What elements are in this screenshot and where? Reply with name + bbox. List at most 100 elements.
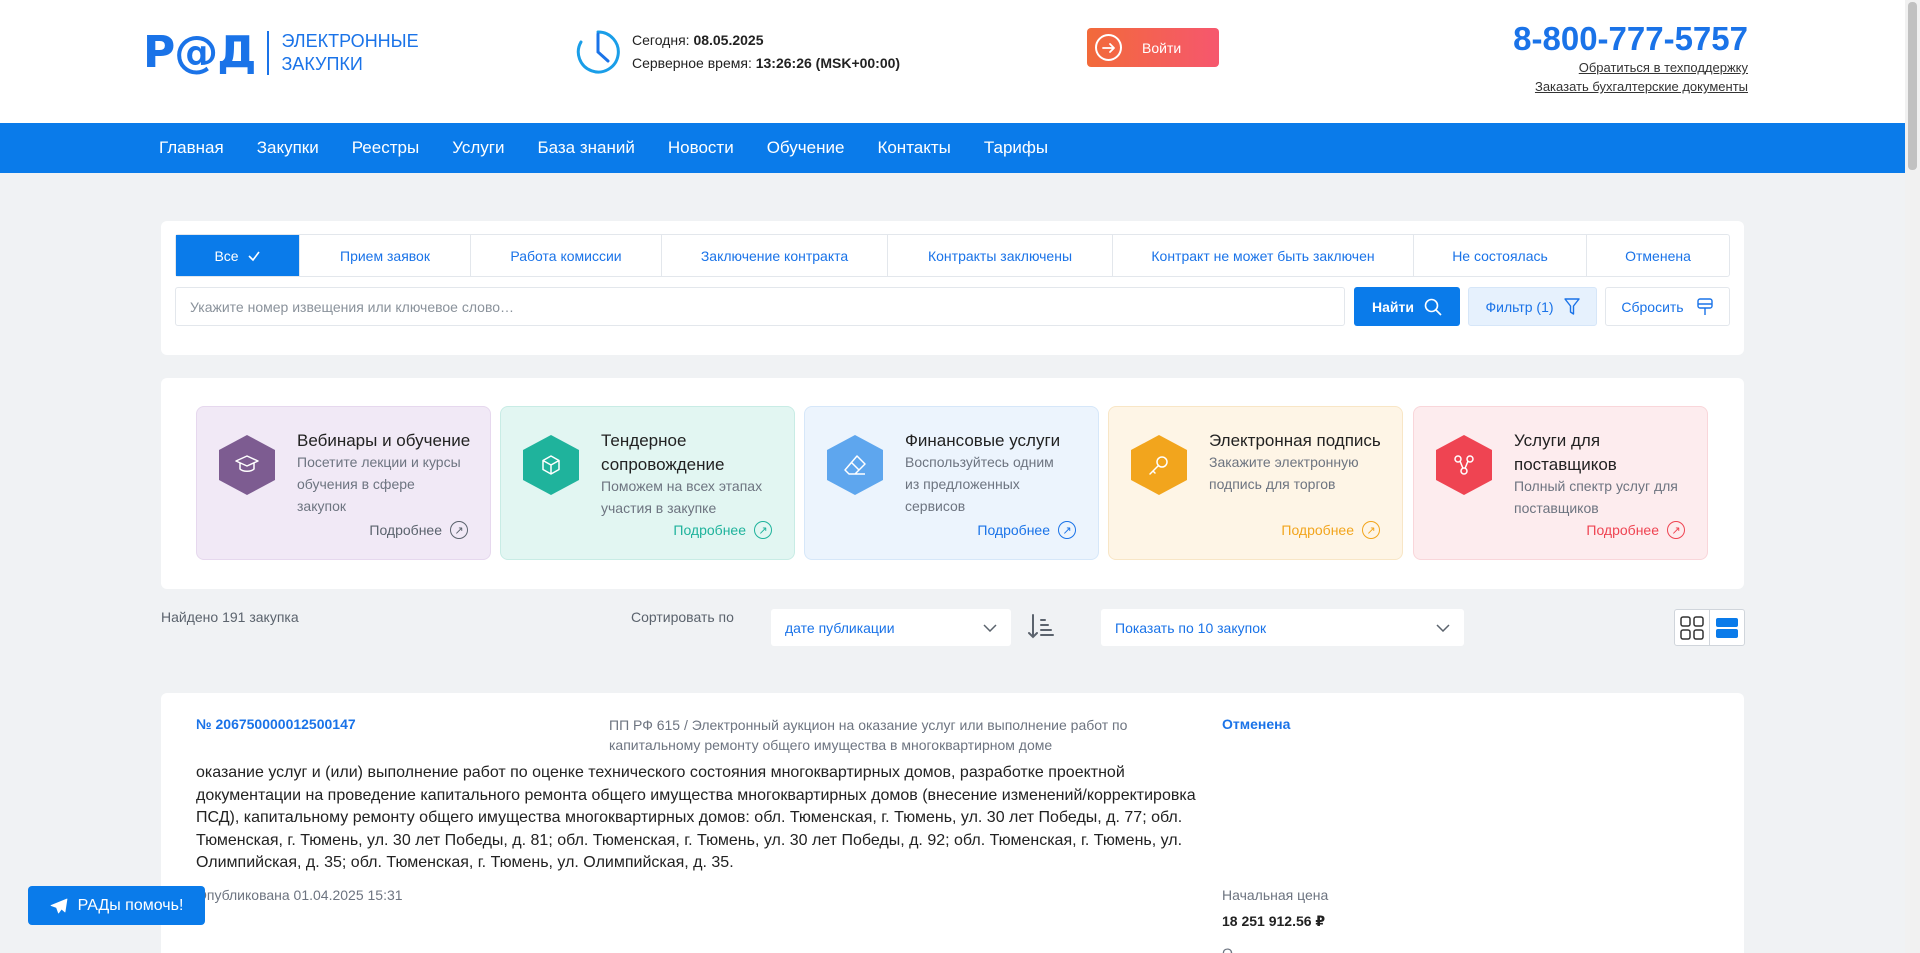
filter-button[interactable]: Фильтр (1) xyxy=(1468,287,1597,326)
phone-number[interactable]: 8-800-777-5757 xyxy=(1513,20,1748,58)
chevron-down-icon xyxy=(983,623,997,632)
purchase-type: ПП РФ 615 / Электронный аукцион на оказа… xyxy=(609,717,1128,753)
eraser-icon xyxy=(844,455,866,475)
nav-item-news[interactable]: Новости xyxy=(668,138,734,158)
logo-line-1: ЭЛЕКТРОННЫЕ xyxy=(281,31,419,51)
page-size-select[interactable]: Показать по 10 закупок xyxy=(1101,609,1464,646)
published-date: Опубликована 01.04.2025 15:31 xyxy=(196,887,403,903)
server-time-value: 13:26:26 (MSK+00:00) xyxy=(755,55,901,71)
support-link[interactable]: Обратиться в техподдержку xyxy=(1513,58,1748,77)
logo-text: ЭЛЕКТРОННЫЕ ЗАКУПКИ xyxy=(281,30,418,76)
service-card-e-signature[interactable]: Электронная подпись Закажите электронную… xyxy=(1108,406,1403,560)
search-input[interactable] xyxy=(175,287,1345,326)
nav-item-tariffs[interactable]: Тарифы xyxy=(984,138,1048,158)
reset-button[interactable]: Сбросить xyxy=(1605,287,1730,326)
sort-select[interactable]: дате публикации xyxy=(771,609,1011,646)
more-label: Подробнее xyxy=(673,522,746,538)
more-link[interactable]: Подробнее ↗ xyxy=(1586,521,1685,539)
service-icon-bg xyxy=(1436,435,1492,495)
list-view-button[interactable] xyxy=(1709,610,1744,645)
service-desc: Полный спектр услуг для поставщиков xyxy=(1514,478,1678,516)
purchase-card: № 206750000012500147 ПП РФ 615 / Электро… xyxy=(161,693,1744,953)
today-label: Сегодня: xyxy=(632,32,690,48)
reset-label: Сбросить xyxy=(1621,298,1684,315)
service-title: Электронная подпись xyxy=(1209,431,1381,450)
tab-all[interactable]: Все xyxy=(176,235,300,276)
more-label: Подробнее xyxy=(1586,522,1659,538)
header: Р@Д ЭЛЕКТРОННЫЕ ЗАКУПКИ Сегодня: 08.05.2… xyxy=(0,0,1905,123)
status-tabs: Все Прием заявок Работа комиссии Заключе… xyxy=(175,234,1730,277)
nav-item-purchases[interactable]: Закупки xyxy=(257,138,319,158)
more-link[interactable]: Подробнее ↗ xyxy=(977,521,1076,539)
tab-contract-conclusion[interactable]: Заключение контракта xyxy=(662,235,888,276)
service-desc: Посетите лекции и курсы обучения в сфере… xyxy=(297,454,461,514)
service-card-tender-support[interactable]: Тендерное сопровождение Поможем на всех … xyxy=(500,406,795,560)
tab-contract-impossible[interactable]: Контракт не может быть заключен xyxy=(1113,235,1414,276)
more-label: Подробнее xyxy=(1281,522,1354,538)
sort-direction-icon[interactable] xyxy=(1027,612,1055,640)
find-button[interactable]: Найти xyxy=(1354,287,1460,326)
arrow-up-right-icon: ↗ xyxy=(1058,521,1076,539)
service-desc: Поможем на всех этапах участия в закупке xyxy=(601,478,763,516)
login-label: Войти xyxy=(1142,39,1182,56)
list-icon xyxy=(1716,617,1738,638)
tab-contracts-concluded[interactable]: Контракты заключены xyxy=(888,235,1113,276)
clock-icon xyxy=(576,30,620,74)
tab-cancelled[interactable]: Отменена xyxy=(1587,235,1729,276)
server-time-row: Серверное время: 13:26:26 (MSK+00:00) xyxy=(632,52,900,75)
nav-item-knowledge-base[interactable]: База знаний xyxy=(537,138,634,158)
sort-label: Сортировать по xyxy=(631,609,734,625)
docs-link[interactable]: Заказать бухгалтерские документы xyxy=(1513,77,1748,96)
service-title: Услуги для поставщиков xyxy=(1514,431,1617,474)
more-link[interactable]: Подробнее ↗ xyxy=(1281,521,1380,539)
brush-icon xyxy=(1696,297,1713,315)
arrow-up-right-icon: ↗ xyxy=(450,521,468,539)
tab-failed[interactable]: Не состоялась xyxy=(1414,235,1587,276)
login-button[interactable]: Войти xyxy=(1087,28,1219,67)
cubes-icon xyxy=(542,455,560,475)
tab-accepting-bids[interactable]: Прием заявок xyxy=(300,235,471,276)
scrollbar[interactable] xyxy=(1905,0,1920,953)
nav-item-training[interactable]: Обучение xyxy=(767,138,845,158)
purchase-number[interactable]: № 206750000012500147 xyxy=(196,716,356,732)
service-card-financial[interactable]: Финансовые услуги Воспользуйтесь одним и… xyxy=(804,406,1099,560)
more-link[interactable]: Подробнее ↗ xyxy=(673,521,772,539)
filter-panel: Все Прием заявок Работа комиссии Заключе… xyxy=(161,221,1744,355)
main-nav: Главная Закупки Реестры Услуги База знан… xyxy=(0,123,1905,173)
arrow-up-right-icon: ↗ xyxy=(754,521,772,539)
help-chat-button[interactable]: РАДы помочь! xyxy=(28,886,205,925)
nav-item-contacts[interactable]: Контакты xyxy=(877,138,950,158)
share-nodes-icon xyxy=(1454,455,1474,475)
scrollbar-thumb[interactable] xyxy=(1908,2,1917,170)
service-title: Вебинары и обучение xyxy=(297,431,471,450)
service-icon-bg xyxy=(1131,435,1187,495)
grid-icon xyxy=(1680,615,1704,640)
view-toggle xyxy=(1674,609,1745,646)
grid-view-button[interactable] xyxy=(1675,610,1709,645)
logo[interactable]: Р@Д ЭЛЕКТРОННЫЕ ЗАКУПКИ xyxy=(143,30,419,76)
filter-label: Фильтр (1) xyxy=(1485,298,1554,315)
service-desc: Закажите электронную подпись для торгов xyxy=(1209,454,1359,492)
tab-all-label: Все xyxy=(214,247,239,264)
help-label: РАДы помочь! xyxy=(77,896,184,914)
graduation-cap-icon xyxy=(235,455,259,472)
page-size-select-value: Показать по 10 закупок xyxy=(1115,619,1267,636)
sort-select-value: дате публикации xyxy=(785,619,895,636)
price-value: 18 251 912.56 ₽ xyxy=(1222,913,1326,929)
nav-item-home[interactable]: Главная xyxy=(159,138,224,158)
nav-item-registries[interactable]: Реестры xyxy=(352,138,419,158)
arrow-up-right-icon: ↗ xyxy=(1362,521,1380,539)
results-count: Найдено 191 закупка xyxy=(161,609,299,625)
service-card-webinars[interactable]: Вебинары и обучение Посетите лекции и ку… xyxy=(196,406,491,560)
login-arrow-icon xyxy=(1095,34,1122,61)
service-desc: Воспользуйтесь одним из предложенных сер… xyxy=(905,454,1054,514)
more-link[interactable]: Подробнее ↗ xyxy=(369,521,468,539)
today-value: 08.05.2025 xyxy=(693,32,764,48)
search-icon xyxy=(1424,298,1442,316)
today-row: Сегодня: 08.05.2025 xyxy=(632,29,900,52)
nav-item-services[interactable]: Услуги xyxy=(452,138,504,158)
service-card-supplier-services[interactable]: Услуги для поставщиков Полный спектр усл… xyxy=(1413,406,1708,560)
key-icon xyxy=(1149,456,1168,475)
server-time-label: Серверное время: xyxy=(632,55,752,71)
tab-commission-work[interactable]: Работа комиссии xyxy=(471,235,662,276)
